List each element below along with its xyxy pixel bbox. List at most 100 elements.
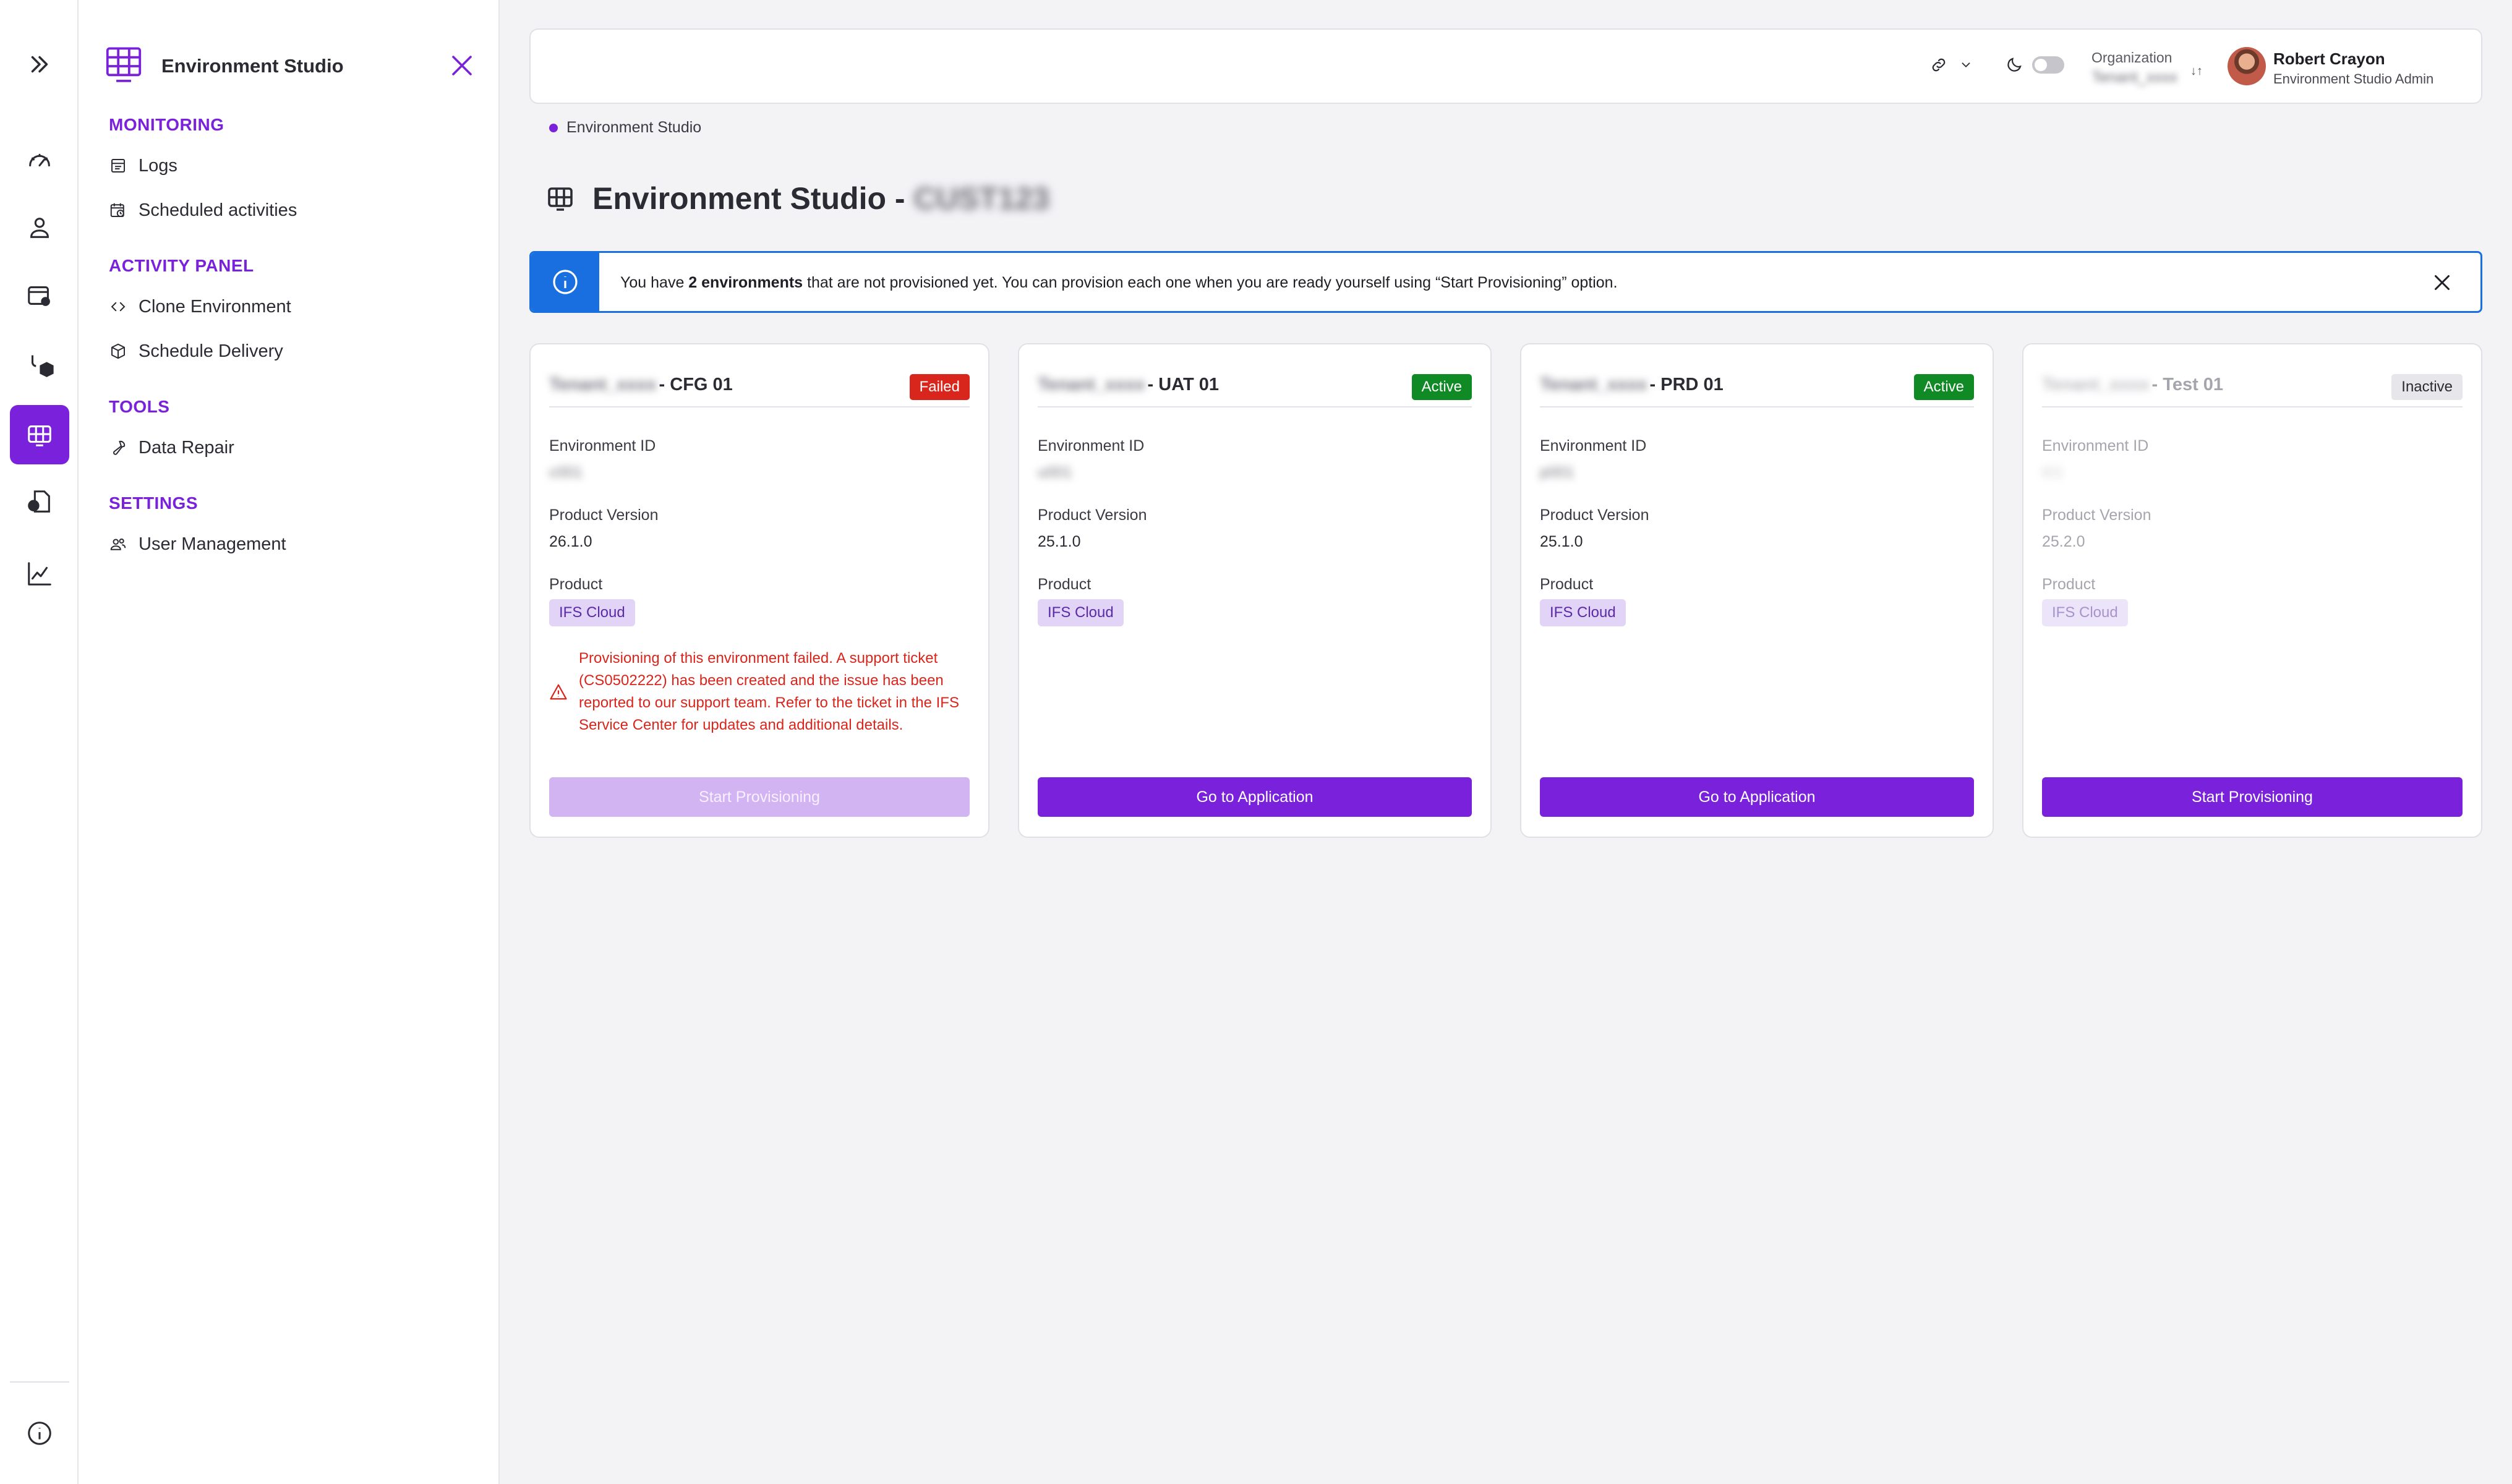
nav-item-logs[interactable]: Logs (109, 152, 177, 179)
product-chip: IFS Cloud (549, 599, 635, 626)
product-label: Product (1540, 576, 1594, 593)
icon-rail (0, 0, 79, 1484)
card-header: Tenant_xxxx - CFG 01 Failed (549, 363, 970, 407)
page-title-tenant: CUST123 (913, 181, 1050, 216)
nav-item-label: User Management (139, 534, 286, 554)
card-environment-name: - UAT 01 (1147, 374, 1220, 394)
nav-title: Environment Studio (161, 55, 344, 77)
organization-selector[interactable]: Organization Tenant_xxxx (2091, 49, 2177, 87)
environment-card-test: Tenant_xxxx - Test 01 Inactive Environme… (2022, 343, 2482, 838)
warning-icon (550, 684, 567, 700)
card-environment-name: - CFG 01 (659, 374, 733, 394)
banner-text-pre: You have (620, 274, 689, 291)
avatar[interactable] (2228, 47, 2266, 85)
document-user-icon[interactable] (10, 472, 69, 532)
link-menu[interactable] (1929, 56, 1973, 74)
error-text: Provisioning of this environment failed.… (579, 650, 959, 733)
user-role: Environment Studio Admin (2273, 71, 2434, 87)
environment-id-value: p001 (1540, 464, 1574, 481)
nav-item-clone-environment[interactable]: Clone Environment (109, 293, 291, 320)
environment-studio-icon[interactable] (10, 405, 69, 464)
dark-mode-toggle[interactable] (2005, 56, 2064, 74)
nav-header: Environment Studio (106, 43, 477, 89)
section-tools: TOOLS (109, 397, 170, 416)
environment-card-prd: Tenant_xxxx - PRD 01 Active Environment … (1520, 343, 1994, 838)
card-tenant: Tenant_xxxx (2042, 374, 2150, 394)
go-to-application-button[interactable]: Go to Application (1540, 777, 1974, 817)
go-to-application-button[interactable]: Go to Application (1038, 777, 1472, 817)
product-version-value: 25.1.0 (1038, 533, 1081, 550)
environment-id-value: t01 (2042, 464, 2064, 481)
link-icon (1932, 58, 1946, 72)
section-monitoring: MONITORING (109, 115, 224, 134)
info-icon (553, 270, 578, 294)
section-settings: SETTINGS (109, 493, 199, 513)
card-tenant: Tenant_xxxx (1038, 374, 1145, 394)
breadcrumb-item[interactable]: Environment Studio (566, 119, 701, 137)
close-icon[interactable] (447, 51, 477, 80)
organization-label: Organization (2091, 49, 2172, 66)
product-chip: IFS Cloud (1540, 599, 1626, 626)
nav-panel: Environment Studio MONITORING Logs Sched… (79, 0, 500, 1484)
environment-studio-icon (548, 187, 573, 211)
organization-value: Tenant_xxxx (2091, 69, 2177, 86)
start-provisioning-button[interactable]: Start Provisioning (549, 777, 970, 817)
product-version-value: 26.1.0 (549, 533, 592, 550)
environment-card-uat: Tenant_xxxx - UAT 01 Active Environment … (1018, 343, 1492, 838)
info-banner-icon-box (531, 253, 599, 311)
nav-item-data-repair[interactable]: Data Repair (109, 434, 234, 461)
moon-icon (2007, 58, 2022, 72)
info-icon[interactable] (10, 1404, 69, 1463)
info-banner-text: You have 2 environments that are not pro… (620, 274, 1618, 292)
nav-item-schedule-delivery[interactable]: Schedule Delivery (109, 338, 283, 365)
clone-icon (111, 302, 126, 312)
breadcrumb: Environment Studio (549, 119, 701, 137)
calendar-gear-icon[interactable] (10, 266, 69, 325)
banner-text-post: that are not provisioned yet. You can pr… (803, 274, 1618, 291)
environment-id-label: Environment ID (1038, 437, 1145, 454)
environment-studio-logo-icon (106, 47, 142, 82)
analytics-chart-icon[interactable] (10, 544, 69, 603)
wrench-icon (113, 440, 126, 455)
status-badge: Inactive (2391, 374, 2463, 400)
section-activity-panel: ACTIVITY PANEL (109, 256, 254, 275)
environment-id-label: Environment ID (549, 437, 656, 454)
product-chip: IFS Cloud (2042, 599, 2128, 626)
product-label: Product (549, 576, 603, 593)
top-bar: Organization Tenant_xxxx ↓↑ Robert Crayo… (529, 28, 2482, 104)
dashboard-gauge-icon[interactable] (10, 130, 69, 189)
nav-item-label: Logs (139, 155, 177, 176)
card-header: Tenant_xxxx - UAT 01 Active (1038, 363, 1472, 407)
product-version-label: Product Version (1540, 506, 1649, 524)
user-icon[interactable] (10, 198, 69, 257)
card-environment-name: - Test 01 (2151, 374, 2224, 394)
info-banner: You have 2 environments that are not pro… (529, 251, 2482, 313)
card-tenant: Tenant_xxxx (1540, 374, 1647, 394)
product-version-value: 25.2.0 (2042, 533, 2085, 550)
deploy-box-icon[interactable] (10, 335, 69, 394)
theme-switch[interactable] (2032, 56, 2064, 74)
expand-icon[interactable] (10, 35, 69, 94)
start-provisioning-button[interactable]: Start Provisioning (2042, 777, 2463, 817)
breadcrumb-dot (549, 123, 558, 132)
chevron-down-icon (1962, 62, 1970, 68)
environment-id-label: Environment ID (2042, 437, 2149, 454)
status-badge: Active (1411, 374, 1472, 400)
environment-id-value: c001 (549, 464, 583, 481)
swap-arrows-icon[interactable]: ↓↑ (2190, 64, 2203, 79)
status-badge: Active (1913, 374, 1974, 400)
nav-item-scheduled-activities[interactable]: Scheduled activities (109, 197, 297, 224)
card-header: Tenant_xxxx - Test 01 Inactive (2042, 363, 2463, 407)
environment-card-cfg: Tenant_xxxx - CFG 01 Failed Environment … (529, 343, 989, 838)
product-label: Product (1038, 576, 1092, 593)
nav-item-user-management[interactable]: User Management (109, 531, 286, 558)
close-icon[interactable] (2431, 271, 2453, 294)
product-version-label: Product Version (2042, 506, 2151, 524)
users-icon (110, 538, 126, 550)
nav-item-label: Data Repair (139, 437, 234, 458)
error-message: Provisioning of this environment failed.… (549, 647, 970, 736)
user-info[interactable]: Robert Crayon Environment Studio Admin (2273, 49, 2433, 87)
banner-text-bold: 2 environments (688, 274, 803, 291)
product-version-label: Product Version (549, 506, 659, 524)
environment-id-value: u001 (1038, 464, 1072, 481)
